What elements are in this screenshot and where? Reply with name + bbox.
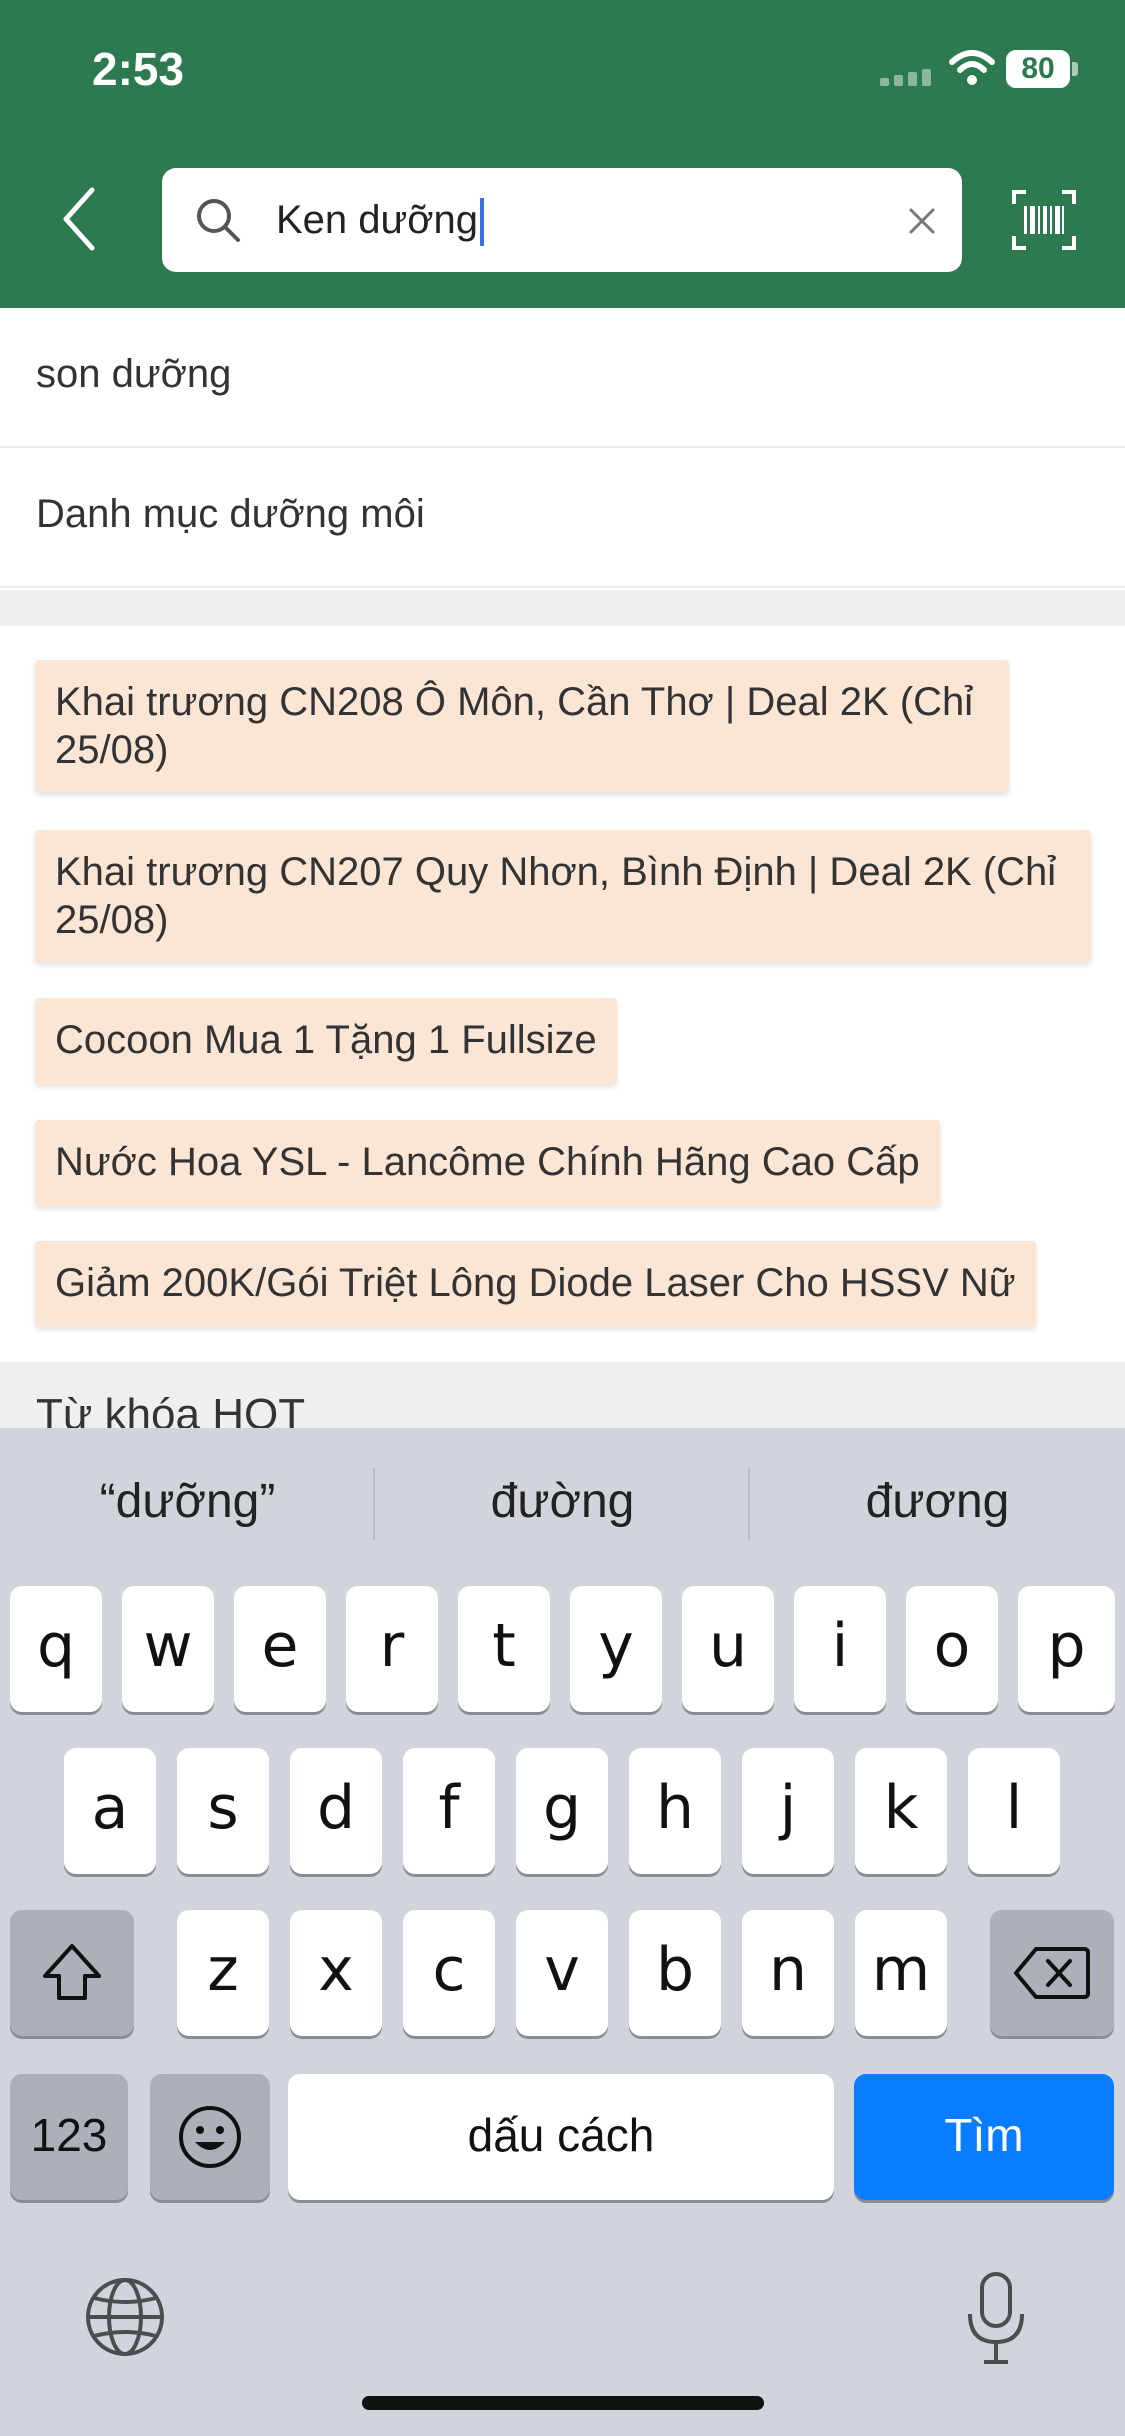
- shift-key[interactable]: [10, 1910, 134, 2036]
- space-key[interactable]: dấu cách: [288, 2074, 834, 2200]
- promotion-tag[interactable]: Nước Hoa YSL - Lancôme Chính Hãng Cao Cấ…: [35, 1120, 940, 1206]
- key-q[interactable]: q: [10, 1586, 102, 1712]
- search-field[interactable]: Ken dưỡng: [162, 168, 962, 272]
- globe-icon[interactable]: [84, 2276, 166, 2358]
- emoji-icon: [179, 2106, 241, 2168]
- suggestion-item[interactable]: Danh mục dưỡng môi: [0, 448, 1125, 588]
- hot-keywords-title: Từ khóa HOT: [36, 1390, 306, 1428]
- key-z[interactable]: z: [177, 1910, 269, 2036]
- key-p[interactable]: p: [1018, 1586, 1115, 1712]
- prediction-item[interactable]: đường: [375, 1428, 750, 1576]
- key-g[interactable]: g: [516, 1748, 608, 1874]
- status-time: 2:53: [92, 43, 185, 95]
- key-n[interactable]: n: [742, 1910, 834, 2036]
- promotion-tag[interactable]: Giảm 200K/Gói Triệt Lông Diode Laser Cho…: [35, 1241, 1036, 1327]
- key-i[interactable]: i: [794, 1586, 886, 1712]
- key-d[interactable]: d: [290, 1748, 382, 1874]
- battery-level: 80: [1021, 52, 1055, 85]
- key-l[interactable]: l: [968, 1748, 1060, 1874]
- key-u[interactable]: u: [682, 1586, 774, 1712]
- suggestion-label: son dưỡng: [36, 352, 232, 396]
- search-input-value: Ken dưỡng: [276, 198, 479, 242]
- search-input[interactable]: Ken dưỡng: [276, 194, 485, 247]
- key-x[interactable]: x: [290, 1910, 382, 2036]
- promotion-tag[interactable]: Khai trương CN207 Quy Nhơn, Bình Định | …: [35, 830, 1091, 962]
- suggestion-label: Danh mục dưỡng môi: [36, 492, 425, 536]
- key-k[interactable]: k: [855, 1748, 947, 1874]
- hot-keywords-section: Từ khóa HOT: [0, 1362, 1125, 1428]
- microphone-icon[interactable]: [964, 2270, 1028, 2370]
- wifi-icon: [949, 50, 995, 85]
- key-y[interactable]: y: [570, 1586, 662, 1712]
- key-t[interactable]: t: [458, 1586, 550, 1712]
- section-divider: [0, 590, 1125, 626]
- promotion-tag[interactable]: Khai trương CN208 Ô Môn, Cần Thơ | Deal …: [35, 660, 1009, 792]
- search-return-key[interactable]: Tìm: [854, 2074, 1114, 2200]
- key-f[interactable]: f: [403, 1748, 495, 1874]
- promotion-tag[interactable]: Cocoon Mua 1 Tặng 1 Fullsize: [35, 998, 617, 1084]
- barcode-scan-icon[interactable]: [1012, 190, 1076, 250]
- close-icon[interactable]: [907, 206, 937, 236]
- key-e[interactable]: e: [234, 1586, 326, 1712]
- key-r[interactable]: r: [346, 1586, 438, 1712]
- key-c[interactable]: c: [403, 1910, 495, 2036]
- prediction-item[interactable]: “dưỡng”: [0, 1428, 375, 1576]
- search-icon: [197, 199, 240, 242]
- key-o[interactable]: o: [906, 1586, 998, 1712]
- cellular-signal-icon: [880, 66, 936, 86]
- delete-key[interactable]: [990, 1910, 1114, 2036]
- numbers-key[interactable]: 123: [10, 2074, 128, 2200]
- app-header: 2:53 80 Ken dưỡng: [0, 0, 1125, 308]
- key-h[interactable]: h: [629, 1748, 721, 1874]
- suggestion-item[interactable]: son dưỡng: [0, 308, 1125, 448]
- emoji-key[interactable]: [150, 2074, 270, 2200]
- shift-icon: [43, 1944, 101, 2000]
- text-caret: [480, 198, 485, 247]
- keyboard: “dưỡng” đường đương q w e r t y u i o p …: [0, 1428, 1125, 2436]
- chevron-left-icon[interactable]: [52, 182, 112, 256]
- key-b[interactable]: b: [629, 1910, 721, 2036]
- prediction-item[interactable]: đương: [750, 1428, 1125, 1576]
- key-a[interactable]: a: [64, 1748, 156, 1874]
- key-j[interactable]: j: [742, 1748, 834, 1874]
- key-v[interactable]: v: [516, 1910, 608, 2036]
- key-w[interactable]: w: [122, 1586, 214, 1712]
- battery-indicator: 80: [1006, 50, 1070, 88]
- key-m[interactable]: m: [855, 1910, 947, 2036]
- key-s[interactable]: s: [177, 1748, 269, 1874]
- battery-cap: [1072, 62, 1078, 76]
- home-indicator: [362, 2396, 764, 2410]
- backspace-icon: [1014, 1947, 1090, 1999]
